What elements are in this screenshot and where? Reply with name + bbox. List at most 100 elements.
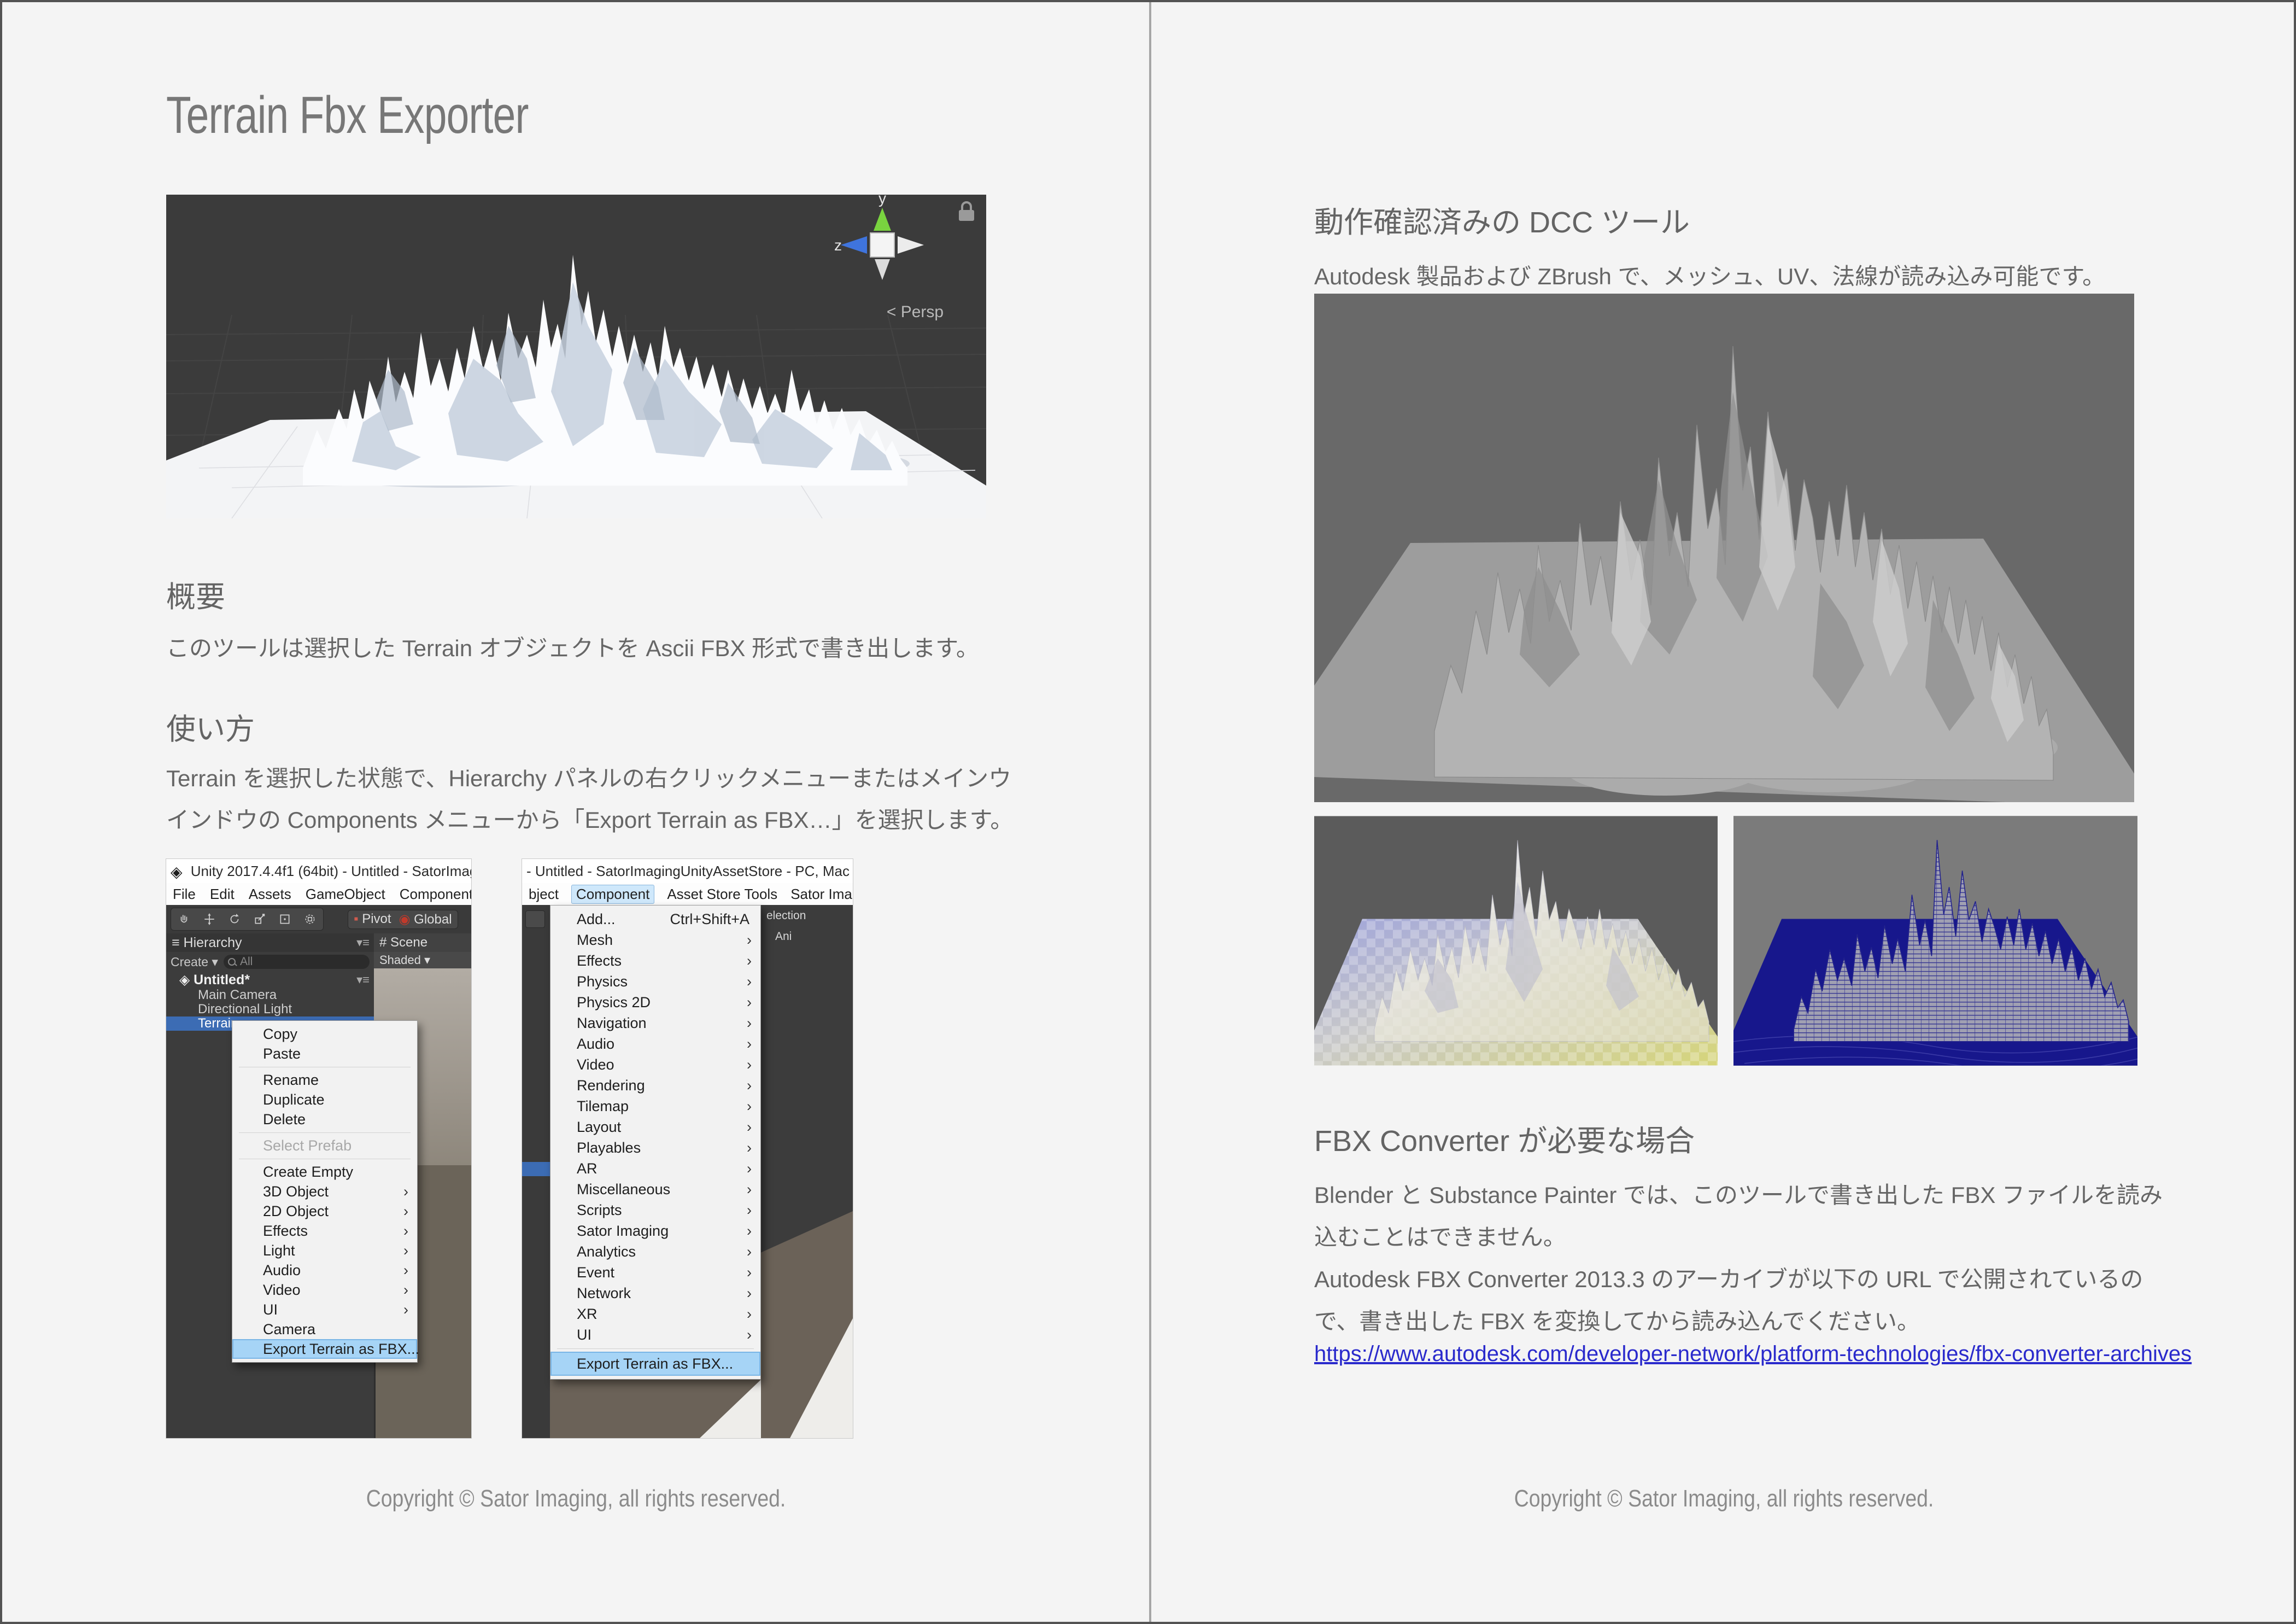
context-menu-item[interactable]: Paste ›	[232, 1044, 417, 1064]
persp-label[interactable]: < Persp	[887, 303, 944, 321]
hierarchy-search-input[interactable]: All	[224, 955, 370, 969]
context-menu-item[interactable]: UI ›	[232, 1300, 417, 1319]
context-menu-item[interactable]: 2D Object ›	[232, 1201, 417, 1221]
submenu-arrow-icon: ›	[747, 971, 752, 992]
dropdown-menu-item[interactable]: Event ›	[550, 1262, 760, 1283]
dropdown-menu-item[interactable]: Effects ›	[550, 950, 760, 971]
submenu-arrow-icon: ›	[747, 1117, 752, 1137]
dropdown-menu-item[interactable]: Physics ›	[550, 971, 760, 992]
dropdown-menu-item[interactable]: Layout ›	[550, 1117, 760, 1137]
context-menu-item[interactable]: Rename ›	[232, 1070, 417, 1090]
context-menu-item[interactable]: Camera ›	[232, 1319, 417, 1339]
menubar-item[interactable]: bject	[529, 886, 559, 903]
gizmo-y-label: y	[878, 195, 886, 207]
scale-tool-button[interactable]	[249, 909, 271, 929]
dropdown-menu-item[interactable]: AR ›	[550, 1158, 760, 1179]
dropdown-menu-item[interactable]: Mesh ›	[550, 930, 760, 950]
context-menu-item[interactable]: ›	[235, 1129, 415, 1136]
copyright-left: Copyright © Sator Imaging, all rights re…	[2, 1485, 1150, 1512]
create-dropdown[interactable]: Create ▾	[171, 955, 218, 969]
menubar-item[interactable]: Sator Imaging	[790, 886, 853, 903]
window-titlebar[interactable]: - Untitled - SatorImagingUnityAssetStore…	[522, 859, 853, 883]
main-menubar: FileEditAssetsGameObjectComponentAsset S…	[166, 883, 471, 906]
dropdown-menu-item[interactable]: Audio ›	[550, 1033, 760, 1054]
context-menu-item[interactable]: Video ›	[232, 1280, 417, 1300]
fbx-line-1: Blender と Substance Painter では、このツールで書き出…	[1314, 1177, 2163, 1210]
tab-scene[interactable]: # Scene	[374, 933, 471, 952]
submenu-arrow-icon: ›	[747, 1179, 752, 1200]
dropdown-menu-item[interactable]: Physics 2D ›	[550, 992, 760, 1013]
window-title: - Untitled - SatorImagingUnityAssetStore…	[526, 863, 853, 879]
scene-root-row[interactable]: ◈ Untitled* ▾≡	[166, 972, 374, 988]
dropdown-menu-item[interactable]: Tilemap ›	[550, 1096, 760, 1117]
dropdown-menu-item[interactable]: Network ›	[550, 1283, 760, 1304]
dropdown-menu-item[interactable]: XR ›	[550, 1304, 760, 1324]
context-menu-item[interactable]: ›	[235, 1064, 415, 1070]
hierarchy-item[interactable]: Directional Light	[166, 1002, 374, 1017]
window-titlebar[interactable]: ◈ Unity 2017.4.4f1 (64bit) - Untitled - …	[166, 859, 471, 883]
menubar-item[interactable]: Component	[400, 886, 471, 903]
context-menu-item[interactable]: Effects ›	[232, 1221, 417, 1241]
context-menu-item[interactable]: Delete ›	[232, 1109, 417, 1129]
panel-options-icon[interactable]: ▾≡	[356, 933, 370, 952]
context-menu-item[interactable]: Export Terrain as FBX... ›	[232, 1339, 417, 1359]
scene-options-icon[interactable]: ▾≡	[356, 972, 370, 988]
menubar-item[interactable]: Asset Store Tools	[667, 886, 777, 903]
dropdown-menu-item[interactable]: Sator Imaging ›	[550, 1220, 760, 1241]
dropdown-menu-item[interactable]: Rendering ›	[550, 1075, 760, 1096]
document-spread: Terrain Fbx Exporter	[0, 0, 2296, 1624]
context-menu-item[interactable]: Copy ›	[232, 1024, 417, 1044]
submenu-arrow-icon: ›	[747, 930, 752, 950]
context-menu-item[interactable]: Create Empty ›	[232, 1162, 417, 1182]
submenu-arrow-icon: ›	[747, 1013, 752, 1033]
context-menu-item[interactable]: Duplicate ›	[232, 1090, 417, 1109]
menubar-item[interactable]: GameObject	[306, 886, 385, 903]
submenu-arrow-icon: ›	[747, 992, 752, 1013]
dropdown-menu-item[interactable]: Miscellaneous ›	[550, 1179, 760, 1200]
submenu-arrow-icon: ›	[403, 1182, 408, 1201]
usage-heading: 使い方	[166, 705, 255, 748]
rect-tool-button[interactable]	[274, 909, 296, 929]
dropdown-menu-item[interactable]: Navigation ›	[550, 1013, 760, 1033]
context-menu-item[interactable]: Select Prefab ›	[232, 1136, 417, 1155]
rotate-tool-button[interactable]	[224, 909, 245, 929]
toolbar-fragment	[525, 910, 545, 928]
below-menu-strip	[550, 1380, 761, 1438]
menubar-item[interactable]: Component	[572, 885, 654, 903]
dropdown-menu-item[interactable]: Video ›	[550, 1054, 760, 1075]
dropdown-menu-item[interactable]: Analytics ›	[550, 1241, 760, 1262]
context-menu-item[interactable]: Audio ›	[232, 1260, 417, 1280]
pivot-icon: ▪	[354, 912, 359, 926]
dropdown-menu-item[interactable]: ›	[553, 1345, 758, 1352]
animator-tab-fragment: Ani	[775, 930, 792, 943]
menubar-item[interactable]: Edit	[210, 886, 235, 903]
submenu-arrow-icon: ›	[747, 1324, 752, 1345]
fbx-converter-archive-link[interactable]: https://www.autodesk.com/developer-netwo…	[1314, 1342, 2192, 1366]
dropdown-menu-item[interactable]: Playables ›	[550, 1137, 760, 1158]
search-icon	[228, 958, 236, 966]
menubar-item[interactable]: Assets	[249, 886, 291, 903]
move-tool-button[interactable]	[198, 909, 220, 929]
submenu-arrow-icon: ›	[747, 1220, 752, 1241]
copyright-right: Copyright © Sator Imaging, all rights re…	[1150, 1485, 2296, 1512]
dropdown-menu-item[interactable]: UI ›	[550, 1324, 760, 1345]
context-menu-item[interactable]: 3D Object ›	[232, 1182, 417, 1201]
transform-tool-button[interactable]	[299, 909, 321, 929]
context-menu-item[interactable]: Light ›	[232, 1241, 417, 1260]
shaded-dropdown[interactable]: Shaded ▾	[374, 952, 471, 968]
context-menu-item[interactable]: ›	[235, 1155, 415, 1162]
dropdown-menu-item[interactable]: Export Terrain as FBX... ›	[550, 1352, 760, 1376]
pivot-global-toggle[interactable]: ▪ Pivot ◉ Global	[348, 910, 458, 929]
menubar-item[interactable]: File	[173, 886, 196, 903]
selection-tab-fragment: election	[766, 909, 806, 922]
submenu-arrow-icon: ›	[403, 1241, 408, 1260]
hierarchy-item[interactable]: Main Camera	[166, 988, 374, 1002]
dropdown-menu-item[interactable]: Add... Ctrl+Shift+A ›	[550, 909, 760, 930]
submenu-arrow-icon: ›	[747, 1075, 752, 1096]
hierarchy-tab[interactable]: ≡ Hierarchy ▾≡	[166, 933, 374, 952]
component-dropdown-menu: Add... Ctrl+Shift+A › Mesh › Effects › P…	[550, 905, 761, 1380]
dropdown-menu-item[interactable]: Scripts ›	[550, 1200, 760, 1220]
unity-editor-screenshot-component-menu: - Untitled - SatorImagingUnityAssetStore…	[522, 859, 853, 1438]
hand-tool-button[interactable]	[173, 909, 195, 929]
submenu-arrow-icon: ›	[747, 1158, 752, 1179]
